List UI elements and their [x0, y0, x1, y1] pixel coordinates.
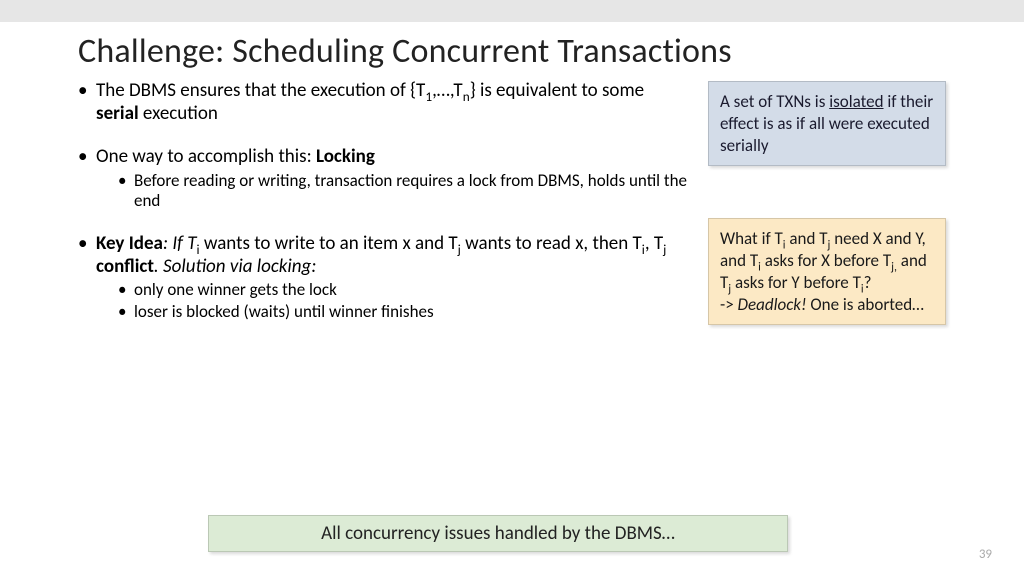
- bullet-3-sub-2: loser is blocked (waits) until winner fi…: [118, 302, 688, 323]
- text: ->: [720, 294, 738, 315]
- page-number: 39: [979, 547, 992, 562]
- text: wants to write to an item x and T: [200, 232, 458, 255]
- callout-deadlock: What if Ti and Tj need X and Y, and Ti a…: [708, 218, 946, 325]
- text: and T: [786, 228, 828, 249]
- bullet-2-sub-1: Before reading or writing, transaction r…: [118, 171, 688, 212]
- main-column: The DBMS ensures that the execution of {…: [78, 79, 688, 343]
- text: ?: [864, 272, 872, 293]
- text: wants to read x, then T: [461, 232, 642, 255]
- text: A set of TXNs is: [720, 91, 829, 112]
- bold-locking: Locking: [316, 145, 375, 168]
- bold-conflict: conflict: [96, 255, 154, 278]
- text: } is equivalent to some: [470, 79, 644, 102]
- text: One is aborted…: [807, 294, 924, 315]
- text: execution: [139, 102, 218, 125]
- underline-isolated: isolated: [829, 91, 883, 112]
- slide-body: Challenge: Scheduling Concurrent Transac…: [0, 22, 1024, 343]
- italic-deadlock: Deadlock!: [738, 294, 807, 315]
- bullet-3: Key Idea: If Ti wants to write to an ite…: [78, 232, 688, 323]
- content-row: The DBMS ensures that the execution of {…: [78, 79, 946, 343]
- text: The DBMS ensures that the execution of {…: [96, 79, 425, 102]
- sub-n: n: [463, 88, 470, 105]
- side-column: A set of TXNs is isolated if their effec…: [708, 79, 946, 343]
- bullet-2: One way to accomplish this: Locking Befo…: [78, 145, 688, 212]
- slide-title: Challenge: Scheduling Concurrent Transac…: [78, 32, 946, 71]
- sub-j: j: [663, 241, 666, 258]
- text: What if T: [720, 228, 783, 249]
- text: ,…,T: [432, 79, 463, 102]
- text: , T: [645, 232, 663, 255]
- text: One way to accomplish this:: [96, 145, 316, 168]
- bold-serial: serial: [96, 102, 139, 125]
- text: asks for X before T: [761, 250, 891, 271]
- text: asks for Y before T: [731, 272, 861, 293]
- bullet-1: The DBMS ensures that the execution of {…: [78, 79, 688, 125]
- text: . Solution via locking:: [154, 255, 317, 278]
- top-bar: [0, 0, 1024, 22]
- callout-isolated: A set of TXNs is isolated if their effec…: [708, 81, 946, 166]
- footer-callout: All concurrency issues handled by the DB…: [208, 515, 788, 552]
- bold-key-idea: Key Idea: [96, 232, 163, 255]
- bullet-3-sub-1: only one winner gets the lock: [118, 280, 688, 301]
- text: : If T: [163, 232, 197, 255]
